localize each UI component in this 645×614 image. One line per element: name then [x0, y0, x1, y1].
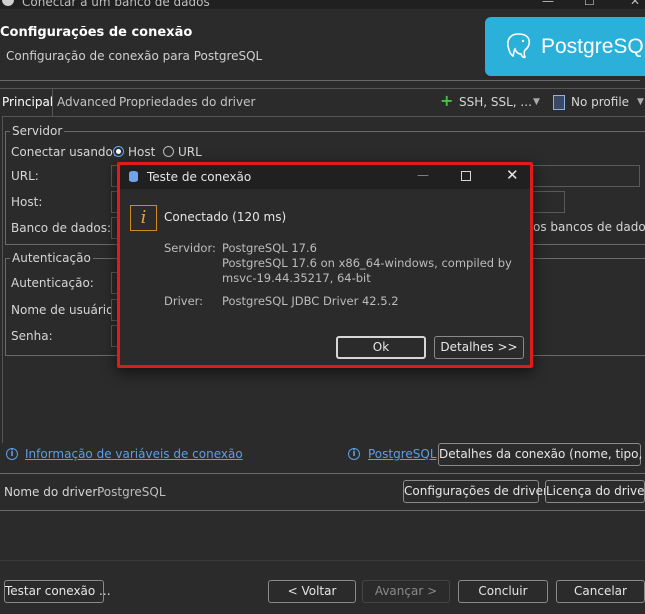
driver-label: Driver:: [164, 294, 204, 308]
url-radio-label[interactable]: URL: [178, 145, 202, 159]
back-button[interactable]: < Voltar: [268, 580, 356, 603]
profile-selector[interactable]: No profile: [571, 95, 629, 109]
connection-variables-link[interactable]: Informação de variáveis de conexão: [25, 447, 243, 461]
app-icon: [2, 0, 14, 6]
tab-driver-properties[interactable]: Propriedades do driver: [119, 95, 255, 109]
footer-divider: [0, 560, 645, 561]
database-icon: [129, 171, 138, 182]
info-icon: i: [6, 448, 18, 460]
test-connection-button[interactable]: Testar conexão ...: [4, 580, 111, 603]
tab-divider: [52, 89, 53, 116]
minimize-icon[interactable]: —: [542, 0, 554, 8]
server-legend: Servidor: [10, 124, 65, 138]
profile-icon: [553, 95, 565, 110]
info-icon: i: [130, 205, 157, 231]
ssh-ssl-button[interactable]: SSH, SSL, ...: [459, 95, 532, 109]
maximize-icon[interactable]: [461, 171, 471, 181]
server-details-line: PostgreSQL 17.6 on x86_64-windows, compi…: [222, 256, 512, 270]
info-icon: i: [348, 448, 360, 460]
tab-advanced[interactable]: Advanced: [57, 95, 116, 109]
minimize-icon[interactable]: —: [417, 168, 429, 182]
driver-name-value: PostgreSQL: [97, 485, 166, 499]
connection-status: Conectado (120 ms): [164, 210, 287, 224]
auth-legend: Autenticação: [10, 251, 93, 265]
show-all-databases-checkbox-label[interactable]: os bancos de dados: [533, 220, 645, 234]
driver-settings-button[interactable]: Configurações de driver: [403, 480, 548, 503]
tab-principal[interactable]: Principal: [2, 95, 53, 109]
dialog-title: Teste de conexão: [147, 170, 252, 184]
connect-using-label: Conectar usando:: [11, 145, 117, 159]
host-radio[interactable]: [113, 146, 124, 157]
finish-button[interactable]: Concluir: [458, 580, 548, 603]
window-title: Conectar a um banco de dados: [22, 0, 210, 9]
header-divider: [0, 80, 640, 81]
postgresql-link[interactable]: PostgreSQL: [368, 447, 437, 461]
details-button[interactable]: Detalhes >>: [434, 336, 524, 359]
ok-button[interactable]: Ok: [336, 336, 426, 359]
dialog-title-bar: Teste de conexão — ✕: [120, 165, 530, 189]
server-label: Servidor:: [164, 241, 216, 255]
chevron-down-icon[interactable]: ▼: [637, 97, 644, 107]
chevron-down-icon[interactable]: ▼: [533, 97, 540, 107]
postgresql-logo: PostgreSQL: [485, 17, 645, 76]
driver-license-button[interactable]: Licença do driver: [545, 480, 645, 503]
driver-value: PostgreSQL JDBC Driver 42.5.2: [222, 294, 399, 308]
next-button[interactable]: Avançar >: [362, 580, 450, 603]
divider: [0, 473, 645, 474]
cancel-button[interactable]: Cancelar: [556, 580, 645, 603]
close-icon[interactable]: ✕: [630, 0, 640, 8]
connection-details-button[interactable]: Detalhes da conexão (nome, tipo, ...): [438, 443, 645, 466]
page-subtitle: Configuração de conexão para PostgreSQL: [6, 49, 263, 63]
password-label: Senha:: [11, 329, 53, 343]
logo-text: PostgreSQL: [541, 35, 645, 58]
close-icon[interactable]: ✕: [506, 166, 519, 184]
host-label: Host:: [11, 195, 43, 209]
server-details-line: msvc-19.44.35217, 64-bit: [222, 271, 371, 285]
window-title-bar: Conectar a um banco de dados — ☐ ✕: [0, 0, 645, 9]
page-title: Configurações de conexão: [0, 25, 193, 40]
auth-label: Autenticação:: [11, 276, 94, 290]
add-icon[interactable]: +: [440, 93, 453, 109]
elephant-icon: [507, 33, 531, 59]
username-label: Nome de usuário:: [11, 303, 118, 317]
connection-test-dialog: Teste de conexão — ✕ i Conectado (120 ms…: [117, 162, 533, 368]
maximize-icon[interactable]: ☐: [584, 0, 595, 8]
server-version: PostgreSQL 17.6: [222, 241, 317, 255]
host-radio-label[interactable]: Host: [128, 145, 155, 159]
database-label: Banco de dados:: [11, 221, 111, 235]
divider: [0, 510, 645, 511]
url-label: URL:: [11, 169, 39, 183]
driver-name-label: Nome do driver:: [4, 485, 102, 499]
url-radio[interactable]: [163, 146, 174, 157]
